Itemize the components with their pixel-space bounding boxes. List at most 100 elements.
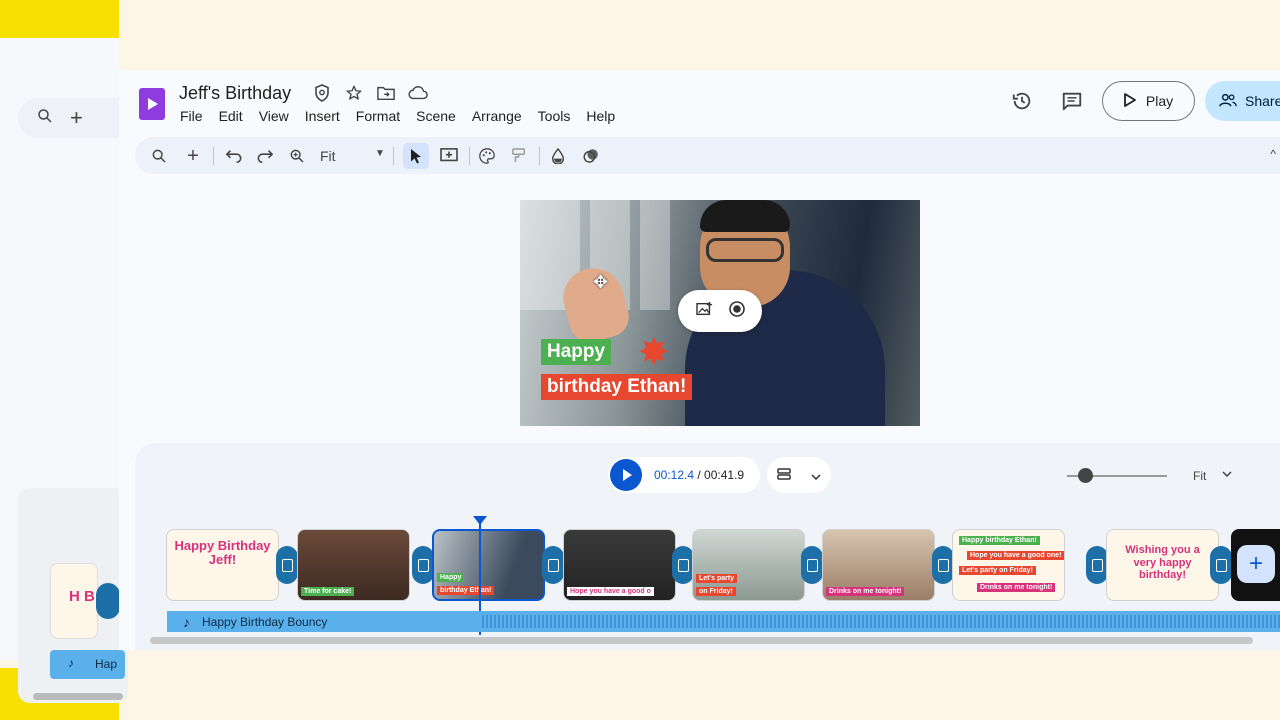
timeline-scrollbar[interactable]	[150, 637, 1253, 644]
menu-arrange[interactable]: Arrange	[472, 108, 522, 124]
playback-controls: 00:12.4 / 00:41.9	[608, 457, 760, 493]
scene-clip[interactable]: Happy Birthday Jeff!	[166, 529, 279, 601]
menu-bar: File Edit View Insert Format Scene Arran…	[180, 108, 631, 124]
toolbar-divider	[213, 147, 214, 165]
total-time: / 00:41.9	[697, 468, 745, 482]
background-window: + H B ♪ Hap	[0, 38, 138, 703]
vids-logo-icon[interactable]	[139, 88, 165, 120]
timeline-zoom-slider-handle[interactable]	[1078, 468, 1093, 483]
menu-help[interactable]: Help	[586, 108, 615, 124]
search-menus-icon[interactable]	[146, 143, 172, 169]
chevron-down-icon[interactable]	[811, 468, 821, 483]
background-clip: H B	[50, 563, 98, 639]
chevron-down-icon[interactable]: ▼	[375, 148, 385, 159]
scene-clip[interactable]: Happy birthday Ethan! Hope you have a go…	[952, 529, 1065, 601]
redo-icon[interactable]	[252, 143, 278, 169]
paint-format-icon[interactable]	[506, 143, 532, 169]
replace-media-icon[interactable]	[695, 301, 714, 322]
scene-clip[interactable]: Time for cake!	[297, 529, 410, 601]
fill-color-icon[interactable]	[545, 143, 571, 169]
timeline-view-toggle[interactable]	[767, 457, 831, 493]
burst-star-icon: ✸	[638, 332, 670, 374]
transition-handle[interactable]	[542, 546, 564, 584]
background-scrollbar	[33, 693, 123, 700]
toolbar-divider	[393, 147, 394, 165]
move-cursor-icon: ✥	[593, 272, 609, 292]
add-icon: +	[70, 105, 83, 130]
audio-waveform	[482, 615, 1280, 628]
menu-format[interactable]: Format	[356, 108, 400, 124]
menu-edit[interactable]: Edit	[219, 108, 243, 124]
scene-clip-selected[interactable]: Happy birthday Ethan!	[432, 529, 545, 601]
timeline-panel: 00:12.4 / 00:41.9 Fit Happy Birthday Jef…	[135, 443, 1280, 650]
scene-clip[interactable]: Drinks on me tonight!	[822, 529, 935, 601]
background-audio-track: ♪ Hap	[50, 650, 125, 679]
caption-happy[interactable]: Happy	[541, 339, 612, 365]
play-icon	[1123, 92, 1136, 110]
version-history-icon[interactable]	[1002, 81, 1042, 121]
transition-handle[interactable]	[932, 546, 954, 584]
star-icon[interactable]	[344, 83, 364, 103]
move-to-folder-icon[interactable]	[376, 83, 396, 103]
play-button[interactable]: Play	[1102, 81, 1195, 121]
timeline-play-button[interactable]	[610, 459, 642, 491]
editing-toolbar: + Fit ▼ ^	[135, 137, 1280, 174]
music-note-icon: ♪	[183, 613, 190, 630]
chevron-down-icon[interactable]	[1222, 469, 1232, 480]
search-icon	[36, 107, 54, 130]
add-icon[interactable]: +	[180, 143, 206, 169]
add-text-box-icon[interactable]	[436, 143, 462, 169]
menu-view[interactable]: View	[259, 108, 289, 124]
caption-birthday[interactable]: birthday Ethan!	[541, 374, 693, 400]
toolbar-divider	[539, 147, 540, 165]
person-hair	[700, 200, 790, 232]
comments-icon[interactable]	[1052, 81, 1092, 121]
title-actions	[312, 83, 428, 103]
scene-preview[interactable]: ✥ Happy ✸ birthday Ethan!	[520, 200, 920, 426]
music-note-icon: ♪	[68, 656, 74, 670]
vids-app-window: Jeff's Birthday File Edit View Insert Fo…	[119, 70, 1280, 650]
add-scene-panel: +	[1231, 529, 1280, 601]
scene-clip[interactable]: Hope you have a good o	[563, 529, 676, 601]
zoom-icon[interactable]	[284, 143, 310, 169]
people-icon	[1219, 92, 1237, 111]
palette-icon[interactable]	[474, 143, 500, 169]
menu-tools[interactable]: Tools	[538, 108, 571, 124]
scene-clip[interactable]: Wishing you a very happy birthday!	[1106, 529, 1219, 601]
transition-handle[interactable]	[801, 546, 823, 584]
menu-insert[interactable]: Insert	[305, 108, 340, 124]
menu-file[interactable]: File	[180, 108, 203, 124]
transition-handle[interactable]	[412, 546, 434, 584]
current-time: 00:12.4	[654, 468, 695, 482]
transition-handle[interactable]	[672, 546, 694, 584]
undo-icon[interactable]	[221, 143, 247, 169]
person-glasses	[706, 238, 784, 262]
transition-handle[interactable]	[276, 546, 298, 584]
record-icon[interactable]	[728, 300, 745, 322]
toolbar-divider	[469, 147, 470, 165]
audio-track[interactable]: ♪ Happy Birthday Bouncy	[167, 611, 1280, 632]
playback-time: 00:12.4 / 00:41.9	[654, 468, 744, 482]
window-light	[640, 200, 670, 310]
select-cursor-icon[interactable]	[403, 143, 429, 169]
background-transition	[96, 583, 120, 619]
effects-icon[interactable]	[578, 143, 604, 169]
floating-media-toolbar	[678, 290, 762, 332]
shield-icon[interactable]	[312, 83, 332, 103]
audio-track-title: Happy Birthday Bouncy	[202, 614, 328, 629]
menu-scene[interactable]: Scene	[416, 108, 456, 124]
share-button[interactable]: Share	[1205, 81, 1280, 121]
scene-clip[interactable]: Let's party on Friday!	[692, 529, 805, 601]
timeline-layout-icon[interactable]	[777, 467, 791, 484]
header-actions: Play Share	[1002, 81, 1280, 121]
add-scene-button[interactable]: +	[1237, 545, 1275, 583]
canvas-area: ✥ Happy ✸ birthday Ethan!	[119, 180, 1280, 442]
timeline-zoom-select[interactable]: Fit	[1193, 469, 1206, 483]
document-title[interactable]: Jeff's Birthday	[179, 83, 291, 104]
transition-handle[interactable]	[1086, 546, 1108, 584]
cloud-saved-icon[interactable]	[408, 83, 428, 103]
zoom-select[interactable]: Fit	[320, 148, 336, 164]
title-bar: Jeff's Birthday File Edit View Insert Fo…	[119, 70, 1280, 132]
collapse-toolbar-icon[interactable]: ^	[1270, 147, 1276, 161]
transition-handle[interactable]	[1210, 546, 1232, 584]
